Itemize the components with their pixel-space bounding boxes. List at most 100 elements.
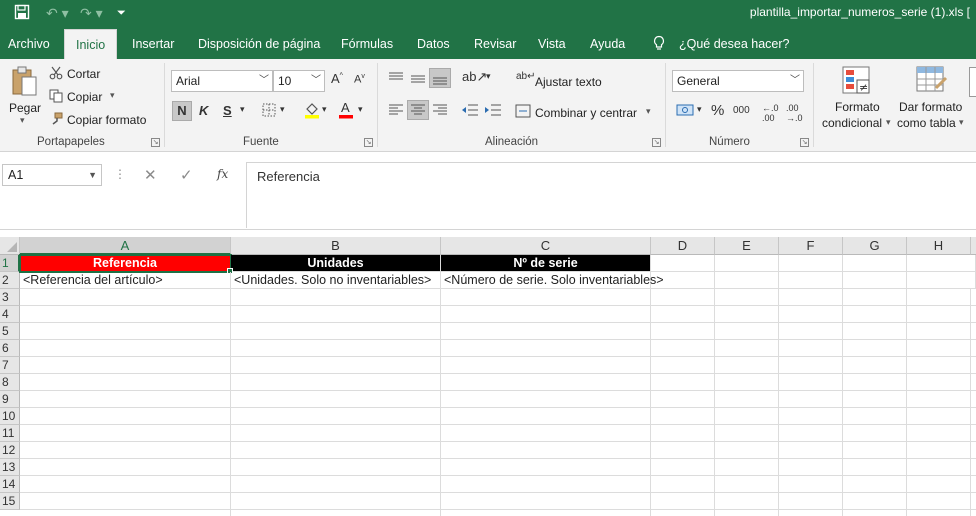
paste-dropdown-icon[interactable]: ▾ [20, 115, 25, 126]
cell-g2[interactable] [843, 272, 907, 289]
cell-b1[interactable]: Unidades [231, 255, 441, 272]
align-bottom-icon[interactable] [429, 68, 451, 88]
cell-e2[interactable] [715, 272, 779, 289]
cell-c1[interactable]: Nº de serie [441, 255, 651, 272]
column-header-i[interactable] [971, 237, 976, 255]
number-launcher-icon[interactable]: ↘ [800, 138, 809, 147]
percent-button[interactable]: % [711, 102, 724, 119]
copy-button[interactable]: Copiar [67, 90, 102, 104]
tab-archivo[interactable]: Archivo [8, 26, 50, 59]
format-painter-button[interactable]: Copiar formato [67, 113, 146, 127]
enter-icon[interactable]: ✓ [180, 166, 193, 184]
row-header[interactable]: 3 [0, 289, 20, 306]
conditional-dropdown-icon[interactable]: ▾ [886, 117, 891, 128]
increase-font-icon[interactable]: A^ [331, 71, 343, 86]
decrease-font-icon[interactable]: Av [354, 73, 365, 86]
cell-h2[interactable] [907, 272, 976, 289]
column-header-b[interactable]: B [231, 237, 441, 255]
empty-cells[interactable] [20, 289, 976, 516]
tab-disposicion[interactable]: Disposición de página [198, 26, 320, 59]
alignment-launcher-icon[interactable]: ↘ [652, 138, 661, 147]
merge-center-button[interactable]: Combinar y centrar [535, 106, 637, 120]
cancel-icon[interactable]: ✕ [144, 166, 157, 184]
format-as-table-label-1[interactable]: Dar formato [899, 100, 962, 114]
insert-function-button[interactable]: fx [217, 167, 228, 181]
cell-e1[interactable] [715, 255, 779, 272]
align-left-icon[interactable] [388, 103, 404, 120]
row-header[interactable]: 5 [0, 323, 20, 340]
align-center-icon[interactable] [407, 100, 429, 120]
bold-button[interactable]: N [172, 101, 192, 121]
copy-dropdown-icon[interactable]: ▾ [110, 90, 115, 101]
undo-icon[interactable]: ↶ ▾ [46, 4, 69, 22]
format-as-table-dropdown-icon[interactable]: ▾ [959, 117, 964, 128]
font-color-icon[interactable]: A [338, 100, 354, 122]
increase-indent-icon[interactable] [484, 103, 502, 120]
orientation-icon[interactable]: ab↗ [462, 69, 487, 85]
tell-me-search[interactable]: ¿Qué desea hacer? [679, 26, 790, 59]
cell-h1[interactable] [907, 255, 976, 272]
cut-button[interactable]: Cortar [67, 67, 100, 81]
row-header[interactable]: 8 [0, 374, 20, 391]
row-header-1[interactable]: 1 [0, 255, 20, 272]
column-header-g[interactable]: G [843, 237, 907, 255]
column-header-d[interactable]: D [651, 237, 715, 255]
conditional-format-label-1[interactable]: Formato [835, 100, 880, 114]
currency-dropdown-icon[interactable]: ▾ [697, 104, 702, 115]
format-as-table-label-2[interactable]: como tabla [897, 116, 956, 130]
borders-icon[interactable] [262, 103, 276, 120]
row-header[interactable]: 7 [0, 357, 20, 374]
align-middle-icon[interactable] [410, 71, 426, 88]
font-size-combo[interactable]: 10 ﹀ [273, 70, 325, 92]
borders-dropdown-icon[interactable]: ▾ [280, 104, 285, 115]
align-top-icon[interactable] [388, 71, 404, 88]
cell-styles-icon[interactable] [969, 67, 976, 97]
wrap-text-button[interactable]: Ajustar texto [535, 75, 602, 89]
conditional-format-label-2[interactable]: condicional [822, 116, 882, 130]
cell-g1[interactable] [843, 255, 907, 272]
select-all-button[interactable] [0, 237, 20, 255]
column-header-f[interactable]: F [779, 237, 843, 255]
row-header[interactable]: 4 [0, 306, 20, 323]
row-header[interactable]: 11 [0, 425, 20, 442]
cell-a2[interactable]: <Referencia del artículo> [20, 272, 231, 289]
increase-decimal-icon[interactable]: ←.0.00 [762, 103, 779, 123]
row-header[interactable]: 10 [0, 408, 20, 425]
save-icon[interactable] [14, 4, 30, 22]
column-header-a[interactable]: A [20, 237, 231, 255]
tab-revisar[interactable]: Revisar [474, 26, 516, 59]
row-header[interactable]: 14 [0, 476, 20, 493]
cell-c2[interactable]: <Número de serie. Solo inventariables> [441, 272, 664, 289]
font-color-dropdown-icon[interactable]: ▾ [358, 104, 363, 115]
column-header-h[interactable]: H [907, 237, 971, 255]
fill-color-icon[interactable] [304, 101, 320, 122]
orientation-dropdown-icon[interactable]: ▾ [486, 71, 491, 82]
customize-quick-access-icon[interactable]: ⏷ [117, 4, 126, 22]
underline-button[interactable]: S [223, 103, 232, 118]
decrease-decimal-icon[interactable]: .00 →.0 [786, 103, 803, 123]
thousands-button[interactable]: 000 [733, 105, 750, 116]
tab-formulas[interactable]: Fórmulas [341, 26, 393, 59]
row-header[interactable]: 15 [0, 493, 20, 510]
cell-d2[interactable] [651, 272, 715, 289]
cell-f2[interactable] [779, 272, 843, 289]
row-header-2[interactable]: 2 [0, 272, 20, 289]
cell-b2[interactable]: <Unidades. Solo no inventariables> [231, 272, 441, 289]
tab-vista[interactable]: Vista [538, 26, 566, 59]
paste-icon[interactable] [10, 65, 40, 102]
column-header-e[interactable]: E [715, 237, 779, 255]
tab-insertar[interactable]: Insertar [132, 26, 174, 59]
column-header-c[interactable]: C [441, 237, 651, 255]
tab-inicio[interactable]: Inicio [64, 29, 118, 59]
row-header[interactable]: 6 [0, 340, 20, 357]
cell-d1[interactable] [651, 255, 715, 272]
align-right-icon[interactable] [432, 103, 448, 120]
cell-f1[interactable] [779, 255, 843, 272]
tab-datos[interactable]: Datos [417, 26, 450, 59]
number-format-combo[interactable]: General ﹀ [672, 70, 804, 92]
cell-a1[interactable]: Referencia [19, 254, 232, 273]
fill-color-dropdown-icon[interactable]: ▾ [322, 104, 327, 115]
font-launcher-icon[interactable]: ↘ [364, 138, 373, 147]
paste-button[interactable]: Pegar [9, 101, 41, 115]
formula-input[interactable]: Referencia [246, 162, 976, 228]
